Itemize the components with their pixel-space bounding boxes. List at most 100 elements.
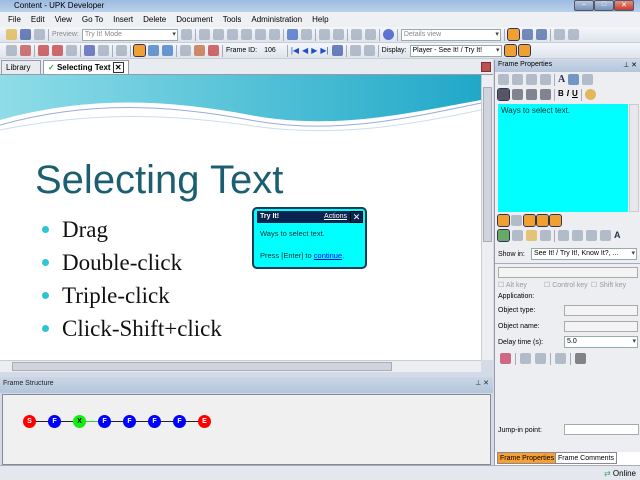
- display-select[interactable]: Player - See It! / Try It!: [409, 44, 502, 57]
- menu-tools[interactable]: Tools: [223, 15, 242, 27]
- grid1-icon[interactable]: [558, 230, 569, 241]
- screen-icon[interactable]: [180, 45, 191, 56]
- record-icon[interactable]: [194, 45, 205, 56]
- jump-in-input[interactable]: [564, 424, 639, 435]
- cut-icon[interactable]: [498, 74, 509, 85]
- menu-view[interactable]: View: [55, 15, 72, 27]
- layout-2-icon[interactable]: [521, 29, 533, 40]
- opt4-icon[interactable]: [536, 214, 549, 227]
- redo-icon[interactable]: [300, 29, 312, 40]
- show-in-select[interactable]: See It! / Try It!, Know It?, ...: [531, 248, 637, 260]
- next-frame-icon[interactable]: ▶: [311, 46, 317, 55]
- text-scrollbar[interactable]: [629, 104, 639, 212]
- bold-icon[interactable]: B: [558, 89, 564, 101]
- layout-3-icon[interactable]: [535, 29, 547, 40]
- menu-file[interactable]: File: [8, 15, 21, 27]
- pin-close-icon[interactable]: ⊥ ✕: [623, 61, 637, 69]
- justify-icon[interactable]: [540, 89, 551, 100]
- horizontal-scrollbar[interactable]: [0, 360, 481, 372]
- action-remove-icon[interactable]: [52, 45, 63, 56]
- grid2-icon[interactable]: [572, 230, 583, 241]
- actions-link[interactable]: Actions: [324, 213, 347, 220]
- tab-frame-properties[interactable]: Frame Properties: [497, 452, 558, 464]
- opt5-icon[interactable]: [549, 214, 562, 227]
- bubble-icon[interactable]: [133, 44, 146, 57]
- branch-icon[interactable]: [84, 45, 95, 56]
- menu-document[interactable]: Document: [176, 15, 212, 27]
- menu-help[interactable]: Help: [312, 15, 328, 27]
- collapse-icon[interactable]: [332, 29, 344, 40]
- preview-mode-select[interactable]: Try It! Mode: [81, 28, 178, 41]
- copy-icon[interactable]: [212, 29, 224, 40]
- view-select[interactable]: Details view: [400, 28, 501, 41]
- printer-icon[interactable]: [535, 353, 546, 364]
- key-icon[interactable]: [575, 353, 586, 364]
- shift-key-checkbox[interactable]: ☐ Shift key: [591, 281, 626, 289]
- delete-icon[interactable]: [240, 29, 252, 40]
- folder-icon[interactable]: [526, 230, 537, 241]
- merge-icon[interactable]: [363, 45, 375, 56]
- menu-goto[interactable]: Go To: [82, 15, 103, 27]
- pin-close-icon[interactable]: ⊥ ✕: [475, 379, 489, 387]
- frame-node-f[interactable]: F: [98, 415, 111, 428]
- prev-frame-icon[interactable]: ◀: [302, 46, 308, 55]
- opt3-icon[interactable]: [523, 214, 536, 227]
- find-icon[interactable]: [268, 29, 280, 40]
- tab-frame-comments[interactable]: Frame Comments: [555, 452, 618, 464]
- close-pane-icon[interactable]: [481, 62, 491, 72]
- go-icon[interactable]: [180, 29, 192, 40]
- text-color-icon[interactable]: [584, 89, 596, 100]
- alternative-icon[interactable]: [66, 45, 77, 56]
- undo-icon[interactable]: [286, 29, 298, 40]
- frame-node-f[interactable]: F: [173, 415, 186, 428]
- action-select[interactable]: [498, 267, 638, 278]
- frame-node-f[interactable]: F: [148, 415, 161, 428]
- frame-node-f[interactable]: F: [48, 415, 61, 428]
- tool-icon[interactable]: [6, 45, 17, 56]
- first-frame-icon[interactable]: |◀: [291, 46, 299, 55]
- delete-frame-icon[interactable]: [208, 45, 219, 56]
- bubble-close-icon[interactable]: ✕: [350, 211, 363, 223]
- maximize-button[interactable]: □: [594, 0, 614, 11]
- slide-canvas[interactable]: Selecting Text Drag Double-click Triple-…: [0, 75, 481, 360]
- copy-icon[interactable]: [512, 74, 523, 85]
- align-right-icon[interactable]: [526, 89, 537, 100]
- save-icon[interactable]: [20, 29, 31, 40]
- menu-administration[interactable]: Administration: [251, 15, 302, 27]
- control-key-checkbox[interactable]: ☐ Control key: [544, 281, 588, 289]
- continue-link[interactable]: continue: [314, 251, 342, 260]
- vertical-scrollbar[interactable]: [481, 75, 493, 360]
- bubble-prev-icon[interactable]: [162, 45, 173, 56]
- underline-icon[interactable]: U: [572, 89, 578, 101]
- layout-1-icon[interactable]: [506, 28, 520, 41]
- tab-library[interactable]: Library: [1, 60, 41, 74]
- bubble-next-icon[interactable]: [148, 45, 159, 56]
- align-left-icon[interactable]: [497, 88, 510, 101]
- menu-edit[interactable]: Edit: [31, 15, 45, 27]
- close-tab-icon[interactable]: ✕: [112, 62, 124, 73]
- font-icon[interactable]: A: [558, 74, 565, 86]
- edit-icon[interactable]: [116, 45, 127, 56]
- frame-node-f[interactable]: F: [123, 415, 136, 428]
- split-icon[interactable]: [349, 45, 361, 56]
- paint-icon[interactable]: [540, 230, 551, 241]
- zoom-icon[interactable]: [20, 45, 31, 56]
- layout-a-icon[interactable]: [503, 44, 517, 57]
- layout-b-icon[interactable]: [517, 44, 531, 57]
- delay-time-select[interactable]: 5.0: [564, 336, 638, 348]
- list-icon[interactable]: [512, 230, 523, 241]
- frame-icon[interactable]: [98, 45, 109, 56]
- action-add-icon[interactable]: [38, 45, 49, 56]
- object-type-select[interactable]: [564, 305, 638, 316]
- paste-icon[interactable]: [526, 74, 537, 85]
- tab-selecting-text[interactable]: ✓ Selecting Text ✕: [43, 60, 129, 74]
- properties-icon[interactable]: [254, 29, 266, 40]
- web-icon[interactable]: [582, 74, 594, 85]
- help-icon[interactable]: [382, 29, 394, 40]
- capture-icon[interactable]: [500, 353, 511, 364]
- refresh-icon[interactable]: [567, 29, 579, 40]
- delete-icon[interactable]: [540, 74, 551, 85]
- text-box-icon[interactable]: [568, 74, 580, 85]
- menu-insert[interactable]: Insert: [113, 15, 133, 27]
- minimize-button[interactable]: –: [574, 0, 594, 11]
